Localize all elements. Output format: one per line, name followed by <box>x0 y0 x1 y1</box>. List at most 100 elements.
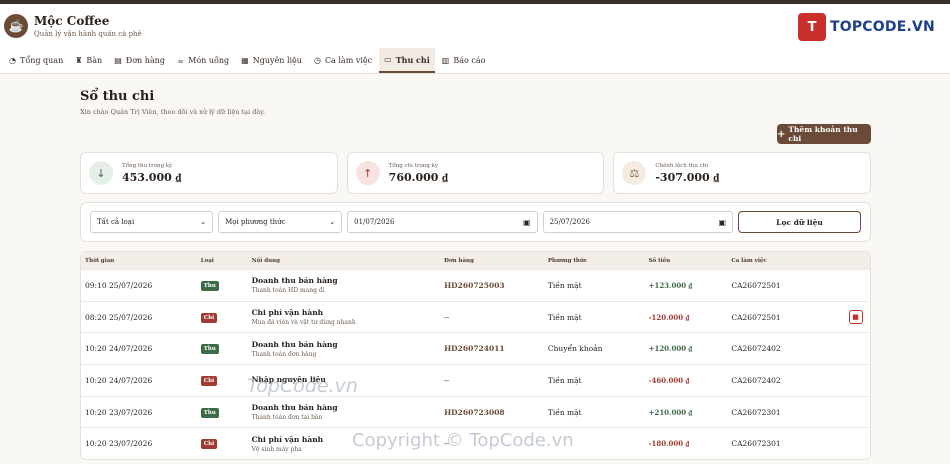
content-title: Doanh thu bán hàng <box>251 403 338 413</box>
cup-icon: ☕ <box>176 56 185 65</box>
type-badge: Thu <box>200 407 219 418</box>
date-from-value: 01/07/2026 <box>354 218 395 226</box>
content-note: Thanh toán đơn hàng <box>251 350 317 358</box>
amount-value: +123.000 ₫ <box>648 280 693 290</box>
date-from-input[interactable]: 01/07/2026 ▣ <box>347 211 538 233</box>
type-badge: Chi <box>200 375 218 386</box>
nav-item-label: Nguyên liệu <box>252 56 302 65</box>
column-header: Loại <box>200 257 214 264</box>
shift-cell: CA26072501 <box>731 312 781 322</box>
nav-item-label: Ca làm việc <box>324 56 373 65</box>
table-row: 09:10 25/07/2026 Thu Doanh thu bán hàng Tha… <box>81 269 870 301</box>
stat-card: ↓ Tổng thu trong kỳ 453.000 ₫ <box>80 152 338 194</box>
stat-value: 453.000 ₫ <box>122 170 182 184</box>
type-cell: Chi <box>200 375 252 386</box>
type-select-value: Tất cả loại <box>97 218 135 226</box>
stat-text: Tổng chi trong kỳ 760.000 ₫ <box>389 163 448 184</box>
nav-item-6[interactable]: ▭ Thu chi <box>379 48 435 73</box>
content-cell: Doanh thu bán hàng Thanh toán HD mang đi <box>252 276 445 294</box>
nav-item-3[interactable]: ☕ Món uống <box>172 48 234 73</box>
add-transaction-button[interactable]: + Thêm khoản thu chi <box>777 124 871 144</box>
time-cell: 08:20 25/07/2026 <box>85 312 153 322</box>
content-title: Chi phí vận hành <box>251 308 324 318</box>
receipt-icon: ▤ <box>114 56 122 65</box>
amount-value: +210.000 ₫ <box>648 407 693 417</box>
trash-icon[interactable]: ■ <box>848 310 863 325</box>
date-to-input[interactable]: 25/07/2026 ▣ <box>542 211 734 233</box>
pie-chart-icon: ◔ <box>9 56 16 65</box>
clock-icon: ◷ <box>313 56 321 65</box>
chevron-down-icon: ⌄ <box>200 218 207 226</box>
page-subtitle: Xin chào Quản Trị Viên, theo dõi và xử l… <box>80 108 266 116</box>
order-cell[interactable]: HD260723008 <box>444 408 548 417</box>
type-badge: Chi <box>200 439 218 450</box>
content-cell: Doanh thu bán hàng Thanh toán đơn hàng <box>252 340 445 358</box>
shift-cell: CA26072301 <box>731 407 781 417</box>
type-select[interactable]: Tất cả loại ⌄ <box>90 211 214 233</box>
column-header: Nội dung <box>251 257 280 264</box>
main-nav: ◔ Tổng quan ♜ Bàn ▤ Đơn hàng ☕ Món uống ▦ Nguyên … <box>0 48 950 74</box>
calendar-icon[interactable]: ▣ <box>718 218 726 227</box>
stat-text: Tổng thu trong kỳ 453.000 ₫ <box>122 163 181 184</box>
nav-item-0[interactable]: ◔ Tổng quan <box>4 48 68 73</box>
shift-cell: CA26072501 <box>731 280 781 290</box>
nav-item-1[interactable]: ♜ Bàn <box>70 48 107 73</box>
method-cell: Tiền mặt <box>547 312 582 322</box>
scale-icon: ⚖ <box>622 161 647 185</box>
nav-item-4[interactable]: ▦ Nguyên liệu <box>236 48 307 73</box>
brand: Mộc Coffee Quản lý vận hành quán cà phê <box>34 14 142 38</box>
method-cell: Tiền mặt <box>547 375 582 385</box>
table-row: 10:20 24/07/2026 Chi Nhập nguyên liệu -- Tiề… <box>81 364 870 396</box>
content-note: Thanh toán HD mang đi <box>251 287 325 295</box>
amount-cell: -460.000 ₫ <box>649 376 732 385</box>
shift-cell: CA26072402 <box>731 344 781 354</box>
type-badge: Chi <box>200 312 218 323</box>
type-badge: Thu <box>200 280 219 291</box>
topcode-mark-icon: T <box>798 13 826 41</box>
watermark: TopCode.vn <box>247 375 358 397</box>
column-header: Ca làm việc <box>731 257 767 264</box>
method-cell: Tiền mặt <box>547 280 582 290</box>
type-cell: Thu <box>200 407 252 418</box>
order-cell[interactable]: HD260724011 <box>444 344 548 353</box>
time-cell: 10:20 24/07/2026 <box>85 375 153 385</box>
table-row: 08:20 25/07/2026 Chi Chi phí vận hành Mua đ… <box>81 300 870 333</box>
wallet-icon: ▭ <box>384 55 392 64</box>
amount-cell: -180.000 ₫ <box>649 439 732 448</box>
topcode-logo: T TOPCODE.VN <box>794 10 940 44</box>
app-title: Mộc Coffee <box>34 14 110 28</box>
filter-button[interactable]: Lọc dữ liệu <box>738 211 861 233</box>
content-title: Doanh thu bán hàng <box>251 339 338 349</box>
nav-item-5[interactable]: ◷ Ca làm việc <box>309 48 377 73</box>
method-cell: Tiền mặt <box>547 407 582 417</box>
chevron-down-icon: ⌄ <box>329 218 336 226</box>
filter-bar: Tất cả loại ⌄ Mọi phương thức ⌄ 01/07/20… <box>80 202 871 242</box>
column-header: Phương thức <box>547 257 588 264</box>
column-header: Số tiền <box>648 257 671 264</box>
nav-item-label: Tổng quan <box>19 56 64 65</box>
column-header: Thời gian <box>85 257 115 264</box>
nav-item-2[interactable]: ▤ Đơn hàng <box>109 48 170 73</box>
content-cell: Doanh thu bán hàng Thanh toán đơn tại bàn <box>252 403 445 421</box>
order-cell: -- <box>444 375 450 385</box>
stat-card: ⚖ Chênh lệch thu chi -307.000 ₫ <box>613 152 872 194</box>
column-header: Đơn hàng <box>444 257 474 264</box>
amount-value: -120.000 ₫ <box>648 312 690 322</box>
nav-item-label: Thu chi <box>395 54 430 65</box>
arrow-up-icon: ↑ <box>355 161 380 185</box>
stat-card: ↑ Tổng chi trong kỳ 760.000 ₫ <box>346 152 605 194</box>
chart-icon: ▥ <box>441 56 450 65</box>
amount-value: -460.000 ₫ <box>648 375 690 385</box>
stat-label: Tổng thu trong kỳ <box>122 162 173 169</box>
type-cell: Thu <box>200 280 252 291</box>
nav-item-label: Món uống <box>188 56 230 65</box>
time-cell: 10:20 23/07/2026 <box>85 439 153 449</box>
method-select[interactable]: Mọi phương thức ⌄ <box>218 211 343 233</box>
stats-cards: ↓ Tổng thu trong kỳ 453.000 ₫ ↑ Tổng chi tro… <box>80 152 872 194</box>
order-cell[interactable]: HD260725003 <box>444 281 548 290</box>
stat-text: Chênh lệch thu chi -307.000 ₫ <box>655 163 719 184</box>
nav-item-7[interactable]: ▥ Báo cáo <box>437 48 491 73</box>
amount-value: -180.000 ₫ <box>648 439 690 449</box>
transactions-table: Thời gian Loại Nội dung Đơn hàng Phương thức… <box>80 251 871 461</box>
calendar-icon[interactable]: ▣ <box>523 218 531 227</box>
